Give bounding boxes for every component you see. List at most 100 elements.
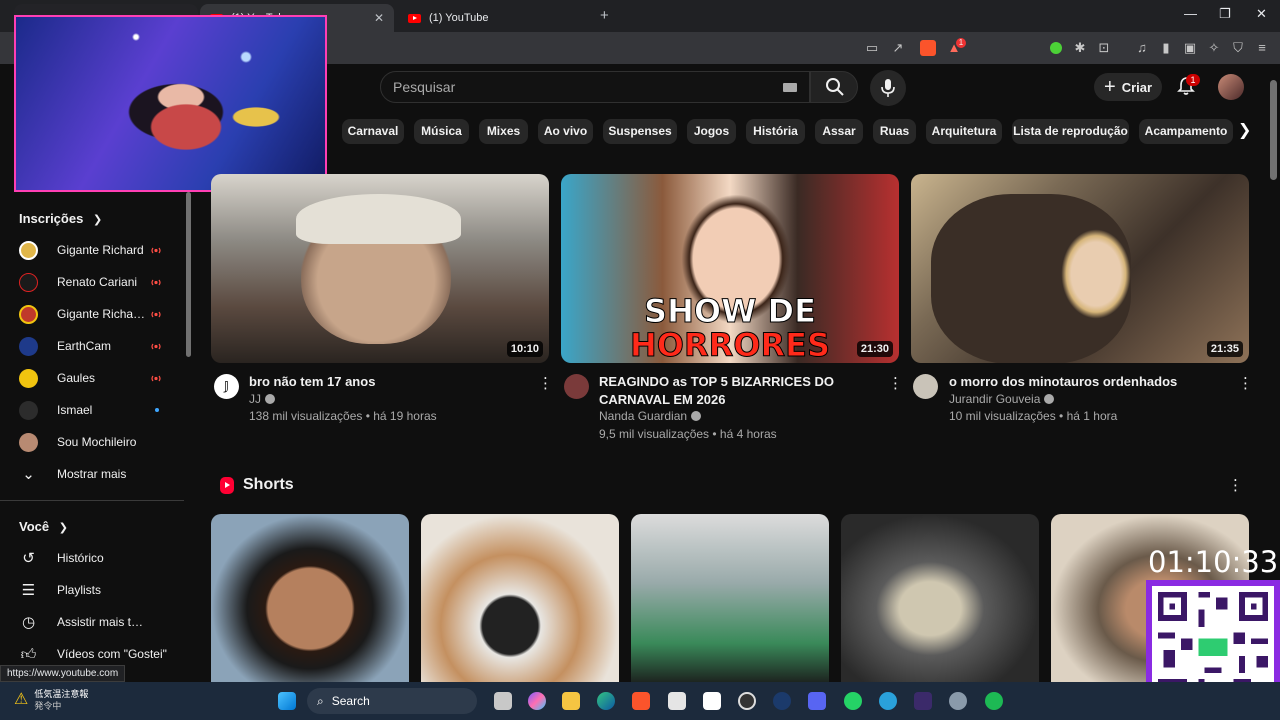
youtube-favicon-icon xyxy=(408,13,421,23)
sidebar-scrollbar[interactable] xyxy=(186,192,191,357)
webcam-overlay xyxy=(14,15,327,192)
chip-musica[interactable]: Música xyxy=(414,119,469,144)
channel-avatar[interactable]: 𝕁 xyxy=(214,374,239,399)
chip-suspenses[interactable]: Suspenses xyxy=(603,119,677,144)
keyboard-icon[interactable] xyxy=(783,83,797,92)
channel-avatar xyxy=(19,241,38,260)
extensions-icon[interactable]: ✱ xyxy=(1072,40,1088,56)
channel-avatar[interactable] xyxy=(913,374,938,399)
sidebar-item-label: EarthCam xyxy=(57,339,112,353)
short-thumbnail[interactable] xyxy=(841,514,1039,686)
short-thumbnail[interactable] xyxy=(421,514,619,686)
sidebar-item-label: Gigante Richard xyxy=(57,243,144,257)
restore-icon[interactable]: ❐ xyxy=(1219,6,1231,22)
chip-mixes[interactable]: Mixes xyxy=(479,119,528,144)
weather-widget[interactable]: ⚠ 低気温注意報 発令中 xyxy=(14,688,88,712)
discord-icon[interactable] xyxy=(808,692,826,710)
store-icon[interactable] xyxy=(668,692,686,710)
minimize-icon[interactable]: — xyxy=(1184,6,1197,21)
short-thumbnail[interactable] xyxy=(631,514,829,686)
chip-jogos[interactable]: Jogos xyxy=(687,119,736,144)
sidebar-icon[interactable]: ▮ xyxy=(1158,40,1174,56)
shorts-more-options-icon[interactable]: ⋮ xyxy=(1228,476,1243,494)
extension-badge: 1 xyxy=(956,38,966,48)
video-channel[interactable]: Nanda Guardian xyxy=(599,409,702,423)
more-options-icon[interactable]: ⋮ xyxy=(538,374,553,392)
leo-ai-icon[interactable]: ✧ xyxy=(1206,40,1222,56)
edge-icon[interactable] xyxy=(597,692,615,710)
chip-ruas[interactable]: Ruas xyxy=(873,119,916,144)
chip-lista-de-reproducao[interactable]: Lista de reprodução xyxy=(1012,119,1129,144)
chip-scroll-right-icon[interactable]: ❯ xyxy=(1238,120,1251,140)
brave-icon[interactable] xyxy=(632,692,650,710)
more-options-icon[interactable]: ⋮ xyxy=(1238,374,1253,392)
obs-icon[interactable] xyxy=(738,692,756,710)
sidebar-show-more[interactable]: ⌄ Mostrar mais xyxy=(0,458,180,490)
telegram-icon[interactable] xyxy=(879,692,897,710)
sidebar-subscription-sou-mochileiro[interactable]: Sou Mochileiro xyxy=(0,426,180,458)
sidebar-item-label: Sou Mochileiro xyxy=(57,435,137,449)
file-explorer-icon[interactable] xyxy=(562,692,580,710)
video-thumbnail[interactable]: 10:10 xyxy=(211,174,549,363)
copilot-icon[interactable] xyxy=(528,692,546,710)
live-indicator-icon xyxy=(151,311,161,318)
brave-shield-icon[interactable] xyxy=(920,40,936,56)
steam-icon[interactable] xyxy=(773,692,791,710)
more-options-icon[interactable]: ⋮ xyxy=(888,374,903,392)
vpn-icon[interactable]: ⛉ xyxy=(1230,40,1246,56)
channel-avatar[interactable] xyxy=(564,374,589,399)
app-icon[interactable] xyxy=(703,692,721,710)
chip-arquitetura[interactable]: Arquitetura xyxy=(926,119,1002,144)
vpn-status-icon[interactable] xyxy=(1048,40,1064,56)
close-tab-icon[interactable]: ✕ xyxy=(374,11,384,25)
chip-assar[interactable]: Assar xyxy=(815,119,863,144)
share-icon[interactable]: ↗ xyxy=(890,40,906,56)
new-tab-button[interactable]: + xyxy=(600,7,609,24)
sidebar-item-watch-later[interactable]: ◷ Assistir mais tarde xyxy=(0,606,180,638)
create-button[interactable]: + Criar xyxy=(1094,73,1162,101)
video-title[interactable]: REAGINDO as TOP 5 BIZARRICES DO CARNAVAL… xyxy=(599,373,869,409)
video-thumbnail[interactable]: 21:35 xyxy=(911,174,1249,363)
video-thumbnail[interactable]: SHOW DE HORRORES 21:30 xyxy=(561,174,899,363)
chip-carnaval[interactable]: Carnaval xyxy=(342,119,404,144)
video-channel[interactable]: Jurandir Gouveia xyxy=(949,392,1055,406)
taskbar-search[interactable]: ⌕ Search xyxy=(307,688,477,714)
app-icon[interactable] xyxy=(914,692,932,710)
voice-search-button[interactable] xyxy=(870,70,906,106)
chip-acampamento[interactable]: Acampamento xyxy=(1139,119,1233,144)
short-thumbnail[interactable] xyxy=(211,514,409,686)
video-title[interactable]: o morro dos minotauros ordenhados xyxy=(949,373,1219,391)
account-avatar[interactable] xyxy=(1218,74,1244,100)
windows-start-icon[interactable] xyxy=(278,692,296,710)
spotify-icon[interactable] xyxy=(985,692,1003,710)
browser-tab-3[interactable]: (1) YouTube xyxy=(398,4,588,32)
subscriptions-heading[interactable]: Inscrições ❯ xyxy=(19,211,102,226)
tab-search-icon[interactable]: ⊡ xyxy=(1096,40,1112,56)
sidebar-subscription-gaules[interactable]: Gaules xyxy=(0,362,180,394)
wallet-icon[interactable]: ▣ xyxy=(1182,40,1198,56)
settings-icon[interactable] xyxy=(949,692,967,710)
search-box[interactable] xyxy=(380,71,810,103)
search-input[interactable] xyxy=(393,79,773,95)
media-icon[interactable]: ♫ xyxy=(1134,40,1150,56)
close-window-icon[interactable]: ✕ xyxy=(1256,6,1267,22)
sidebar-subscription-earthcam[interactable]: EarthCam xyxy=(0,330,180,362)
menu-icon[interactable]: ≡ xyxy=(1254,40,1270,56)
chip-ao-vivo[interactable]: Ao vivo xyxy=(538,119,593,144)
sidebar-subscription-renato-cariani[interactable]: Renato Cariani xyxy=(0,266,180,298)
sidebar-subscription-ismael[interactable]: Ismael xyxy=(0,394,180,426)
notification-count-badge: 1 xyxy=(1186,74,1200,86)
chip-historia[interactable]: História xyxy=(746,119,805,144)
video-channel[interactable]: JJ xyxy=(249,392,275,406)
sidebar-subscription-gigante-richard-2[interactable]: Gigante Richard ... xyxy=(0,298,180,330)
sidebar-item-history[interactable]: ↺ Histórico xyxy=(0,542,180,574)
whatsapp-icon[interactable] xyxy=(844,692,862,710)
cast-icon[interactable]: ▭ xyxy=(864,40,880,56)
video-title[interactable]: bro não tem 17 anos xyxy=(249,373,519,391)
task-view-icon[interactable] xyxy=(494,692,512,710)
sidebar-subscription-gigante-richard[interactable]: Gigante Richard xyxy=(0,234,180,266)
sidebar-item-playlists[interactable]: ☰ Playlists xyxy=(0,574,180,606)
page-scrollbar[interactable] xyxy=(1270,80,1277,180)
you-heading[interactable]: Você ❯ xyxy=(19,519,68,534)
search-button[interactable] xyxy=(810,71,858,103)
